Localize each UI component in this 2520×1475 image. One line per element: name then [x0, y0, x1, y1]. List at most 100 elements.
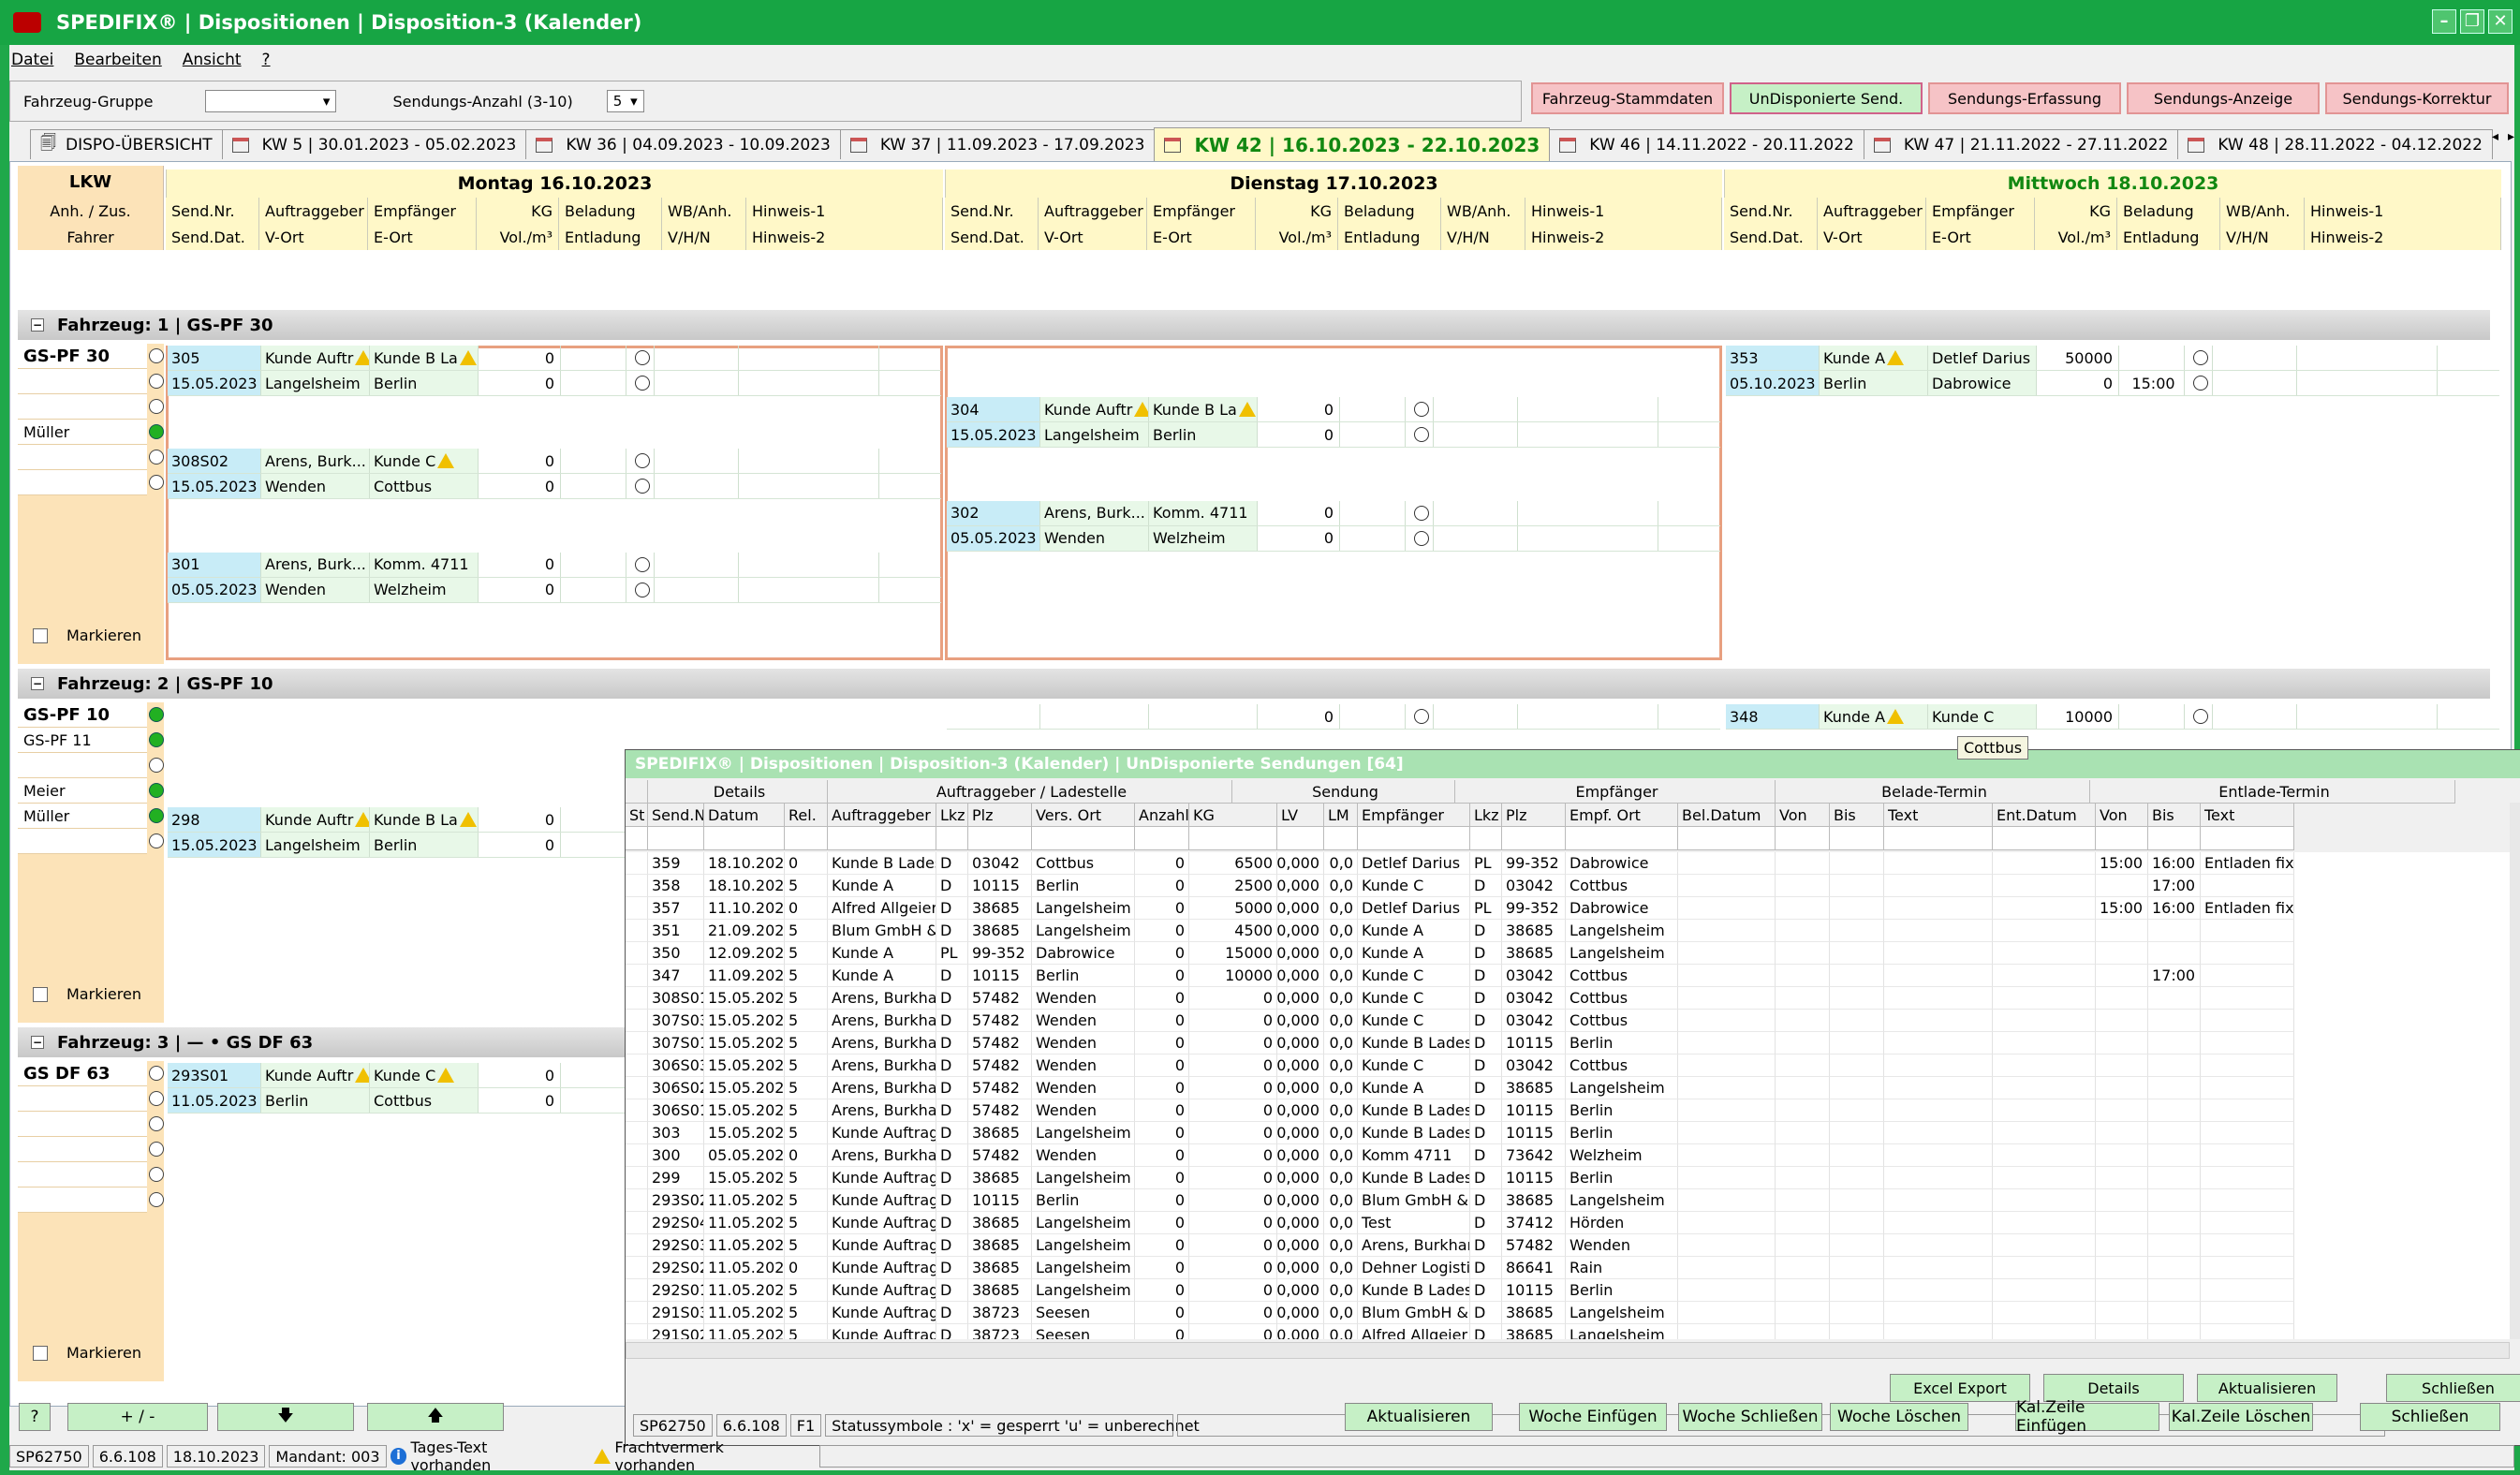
status-dot-icon[interactable]: [149, 783, 164, 798]
filter-cell[interactable]: [1032, 827, 1135, 850]
filter-cell[interactable]: [1189, 827, 1277, 850]
status-dot-icon[interactable]: [149, 1167, 164, 1182]
table-row[interactable]: 292S0411.05.20235Kunde AuftraggD38685Lan…: [626, 1212, 2510, 1234]
status-dot-icon[interactable]: [149, 374, 164, 389]
shipments-grid[interactable]: 35918.10.20230Kunde B LadesD03042Cottbus…: [626, 852, 2510, 1339]
tab-week[interactable]: KW 47 | 21.11.2022 - 27.11.2022: [1863, 129, 2179, 159]
vehicle-section-header[interactable]: − Fahrzeug: 1 | GS-PF 30: [18, 310, 2490, 340]
status-dot-icon[interactable]: [149, 1192, 164, 1207]
status-dot-icon[interactable]: [149, 475, 164, 490]
table-row[interactable]: 29915.05.20235Kunde AuftraggD38685Langel…: [626, 1167, 2510, 1189]
bottom-button[interactable]: Schließen: [2360, 1403, 2500, 1431]
status-circle-icon[interactable]: [2192, 350, 2208, 365]
status-dot-icon[interactable]: [149, 707, 164, 722]
table-row[interactable]: 307S0115.05.20235Arens, BurkharD57482Wen…: [626, 1032, 2510, 1055]
column-header[interactable]: Plz: [968, 804, 1032, 827]
shipment-card[interactable]: 308S02 Arens, Burk... Kunde C 0 15.05.2023 We…: [168, 449, 941, 500]
status-circle-icon[interactable]: [634, 453, 650, 469]
column-header[interactable]: St: [626, 804, 648, 827]
mark-checkbox[interactable]: Markieren: [33, 1344, 141, 1362]
column-header[interactable]: Von: [2096, 804, 2148, 827]
tab-scroll[interactable]: ◂▸✕: [2492, 129, 2520, 161]
filter-cell[interactable]: [1884, 827, 1993, 850]
status-dot-icon[interactable]: [149, 732, 164, 747]
column-header[interactable]: Lkz: [1470, 804, 1502, 827]
tab-week[interactable]: KW 36 | 04.09.2023 - 10.09.2023: [525, 129, 841, 159]
column-header[interactable]: LV: [1277, 804, 1324, 827]
mark-checkbox[interactable]: Markieren: [33, 627, 141, 644]
status-circle-icon[interactable]: [2192, 376, 2208, 391]
filter-cell[interactable]: [1502, 827, 1566, 850]
shipment-card[interactable]: 301 Arens, Burk... Komm. 4711 0 05.05.2023 We…: [168, 552, 941, 603]
filter-cell[interactable]: [1830, 827, 1884, 850]
table-row[interactable]: 308S0115.05.20235Arens, BurkharD57482Wen…: [626, 987, 2510, 1010]
collapse-icon[interactable]: −: [31, 1036, 44, 1049]
shipment-card[interactable]: 305 Kunde Auftr Kunde B La 0 15.05.2023 Lange…: [168, 346, 941, 396]
close-button[interactable]: Schließen: [2386, 1374, 2520, 1402]
filter-cell[interactable]: [785, 827, 828, 850]
status-dot-icon[interactable]: [149, 450, 164, 465]
filter-cell[interactable]: [1776, 827, 1830, 850]
tab-week[interactable]: KW 48 | 28.11.2022 - 04.12.2022: [2177, 129, 2493, 159]
plus-minus-button[interactable]: + / -: [67, 1403, 208, 1431]
filter-cell[interactable]: [1358, 827, 1470, 850]
column-header[interactable]: Vers. Ort: [1032, 804, 1135, 827]
status-circle-icon[interactable]: [1413, 402, 1429, 418]
shipment-display-button[interactable]: Sendungs-Anzeige: [2127, 82, 2320, 114]
filter-cell[interactable]: [1324, 827, 1358, 850]
table-row[interactable]: 35918.10.20230Kunde B LadesD03042Cottbus…: [626, 852, 2510, 875]
column-header[interactable]: Datum: [704, 804, 785, 827]
vehicle-group-select[interactable]: ▾: [205, 90, 337, 112]
shipment-count-select[interactable]: 5 ▾: [606, 90, 644, 112]
column-header[interactable]: Send.Nr.: [648, 804, 704, 827]
table-row[interactable]: 306S0115.05.20235Arens, BurkharD57482Wen…: [626, 1099, 2510, 1122]
filter-cell[interactable]: [1566, 827, 1678, 850]
filter-cell[interactable]: [936, 827, 968, 850]
tab-week-active[interactable]: KW 42 | 16.10.2023 - 22.10.2023: [1154, 127, 1551, 161]
table-row[interactable]: 291S0211.05.20235Kunde AuftraggD38723See…: [626, 1324, 2510, 1339]
bottom-button[interactable]: Kal.Zeile Einfügen: [2015, 1398, 2159, 1436]
vehicle-master-button[interactable]: Fahrzeug-Stammdaten: [1531, 82, 1724, 114]
menu-datei[interactable]: Datei: [11, 51, 53, 69]
menu-help[interactable]: ?: [262, 51, 271, 69]
column-header[interactable]: Plz: [1502, 804, 1566, 827]
shipment-entry-button[interactable]: Sendungs-Erfassung: [1928, 82, 2121, 114]
filter-cell[interactable]: [1277, 827, 1324, 850]
status-dot-icon[interactable]: [149, 1091, 164, 1106]
filter-cell[interactable]: [1135, 827, 1189, 850]
shipment-card[interactable]: 304 Kunde Auftr Kunde B La 0 15.05.2023 Lange…: [947, 397, 1720, 449]
table-row[interactable]: 293S0211.05.20235Kunde AuftraggD10115Ber…: [626, 1189, 2510, 1212]
collapse-icon[interactable]: −: [31, 677, 44, 690]
status-circle-icon[interactable]: [1413, 530, 1429, 546]
arrow-down-button[interactable]: 🡇: [217, 1403, 354, 1431]
status-dot-icon[interactable]: [149, 808, 164, 823]
minimize-icon[interactable]: –: [2432, 9, 2456, 34]
shipment-correction-button[interactable]: Sendungs-Korrektur: [2325, 82, 2509, 114]
table-row[interactable]: 306S0315.05.20235Arens, BurkharD57482Wen…: [626, 1055, 2510, 1077]
grid-scrollbar[interactable]: [2510, 803, 2520, 1339]
bottom-button[interactable]: Woche Löschen: [1830, 1403, 1968, 1431]
table-row[interactable]: 35818.10.20235Kunde AD10115Berlin025000,…: [626, 875, 2510, 897]
status-circle-icon[interactable]: [1413, 427, 1429, 443]
column-header[interactable]: Von: [1776, 804, 1830, 827]
column-header[interactable]: Bis: [1830, 804, 1884, 827]
status-circle-icon[interactable]: [634, 376, 650, 391]
status-circle-icon[interactable]: [634, 582, 650, 597]
filter-cell[interactable]: [968, 827, 1032, 850]
table-row[interactable]: 35121.09.20235Blum GmbH & CD38685Langels…: [626, 920, 2510, 942]
shipment-card[interactable]: 302 Arens, Burk... Komm. 4711 0 05.05.2023 We…: [947, 500, 1720, 552]
status-circle-icon[interactable]: [2192, 709, 2208, 724]
table-row[interactable]: 34711.09.20235Kunde AD10115Berlin0100000…: [626, 965, 2510, 987]
table-row[interactable]: 292S0211.05.20230Kunde AuftraggD38685Lan…: [626, 1257, 2510, 1279]
bottom-button[interactable]: Aktualisieren: [1345, 1403, 1493, 1431]
menu-bearbeiten[interactable]: Bearbeiten: [74, 51, 161, 69]
filter-cell[interactable]: [1470, 827, 1502, 850]
status-circle-icon[interactable]: [634, 479, 650, 494]
table-row[interactable]: 35012.09.20235Kunde APL99-352Dabrowice01…: [626, 942, 2510, 965]
filter-cell[interactable]: [626, 827, 648, 850]
status-dot-icon[interactable]: [149, 348, 164, 363]
arrow-up-button[interactable]: 🡅: [367, 1403, 504, 1431]
filter-cell[interactable]: [1678, 827, 1776, 850]
grid-hscrollbar[interactable]: [626, 1342, 2510, 1359]
column-header[interactable]: Text: [1884, 804, 1993, 827]
